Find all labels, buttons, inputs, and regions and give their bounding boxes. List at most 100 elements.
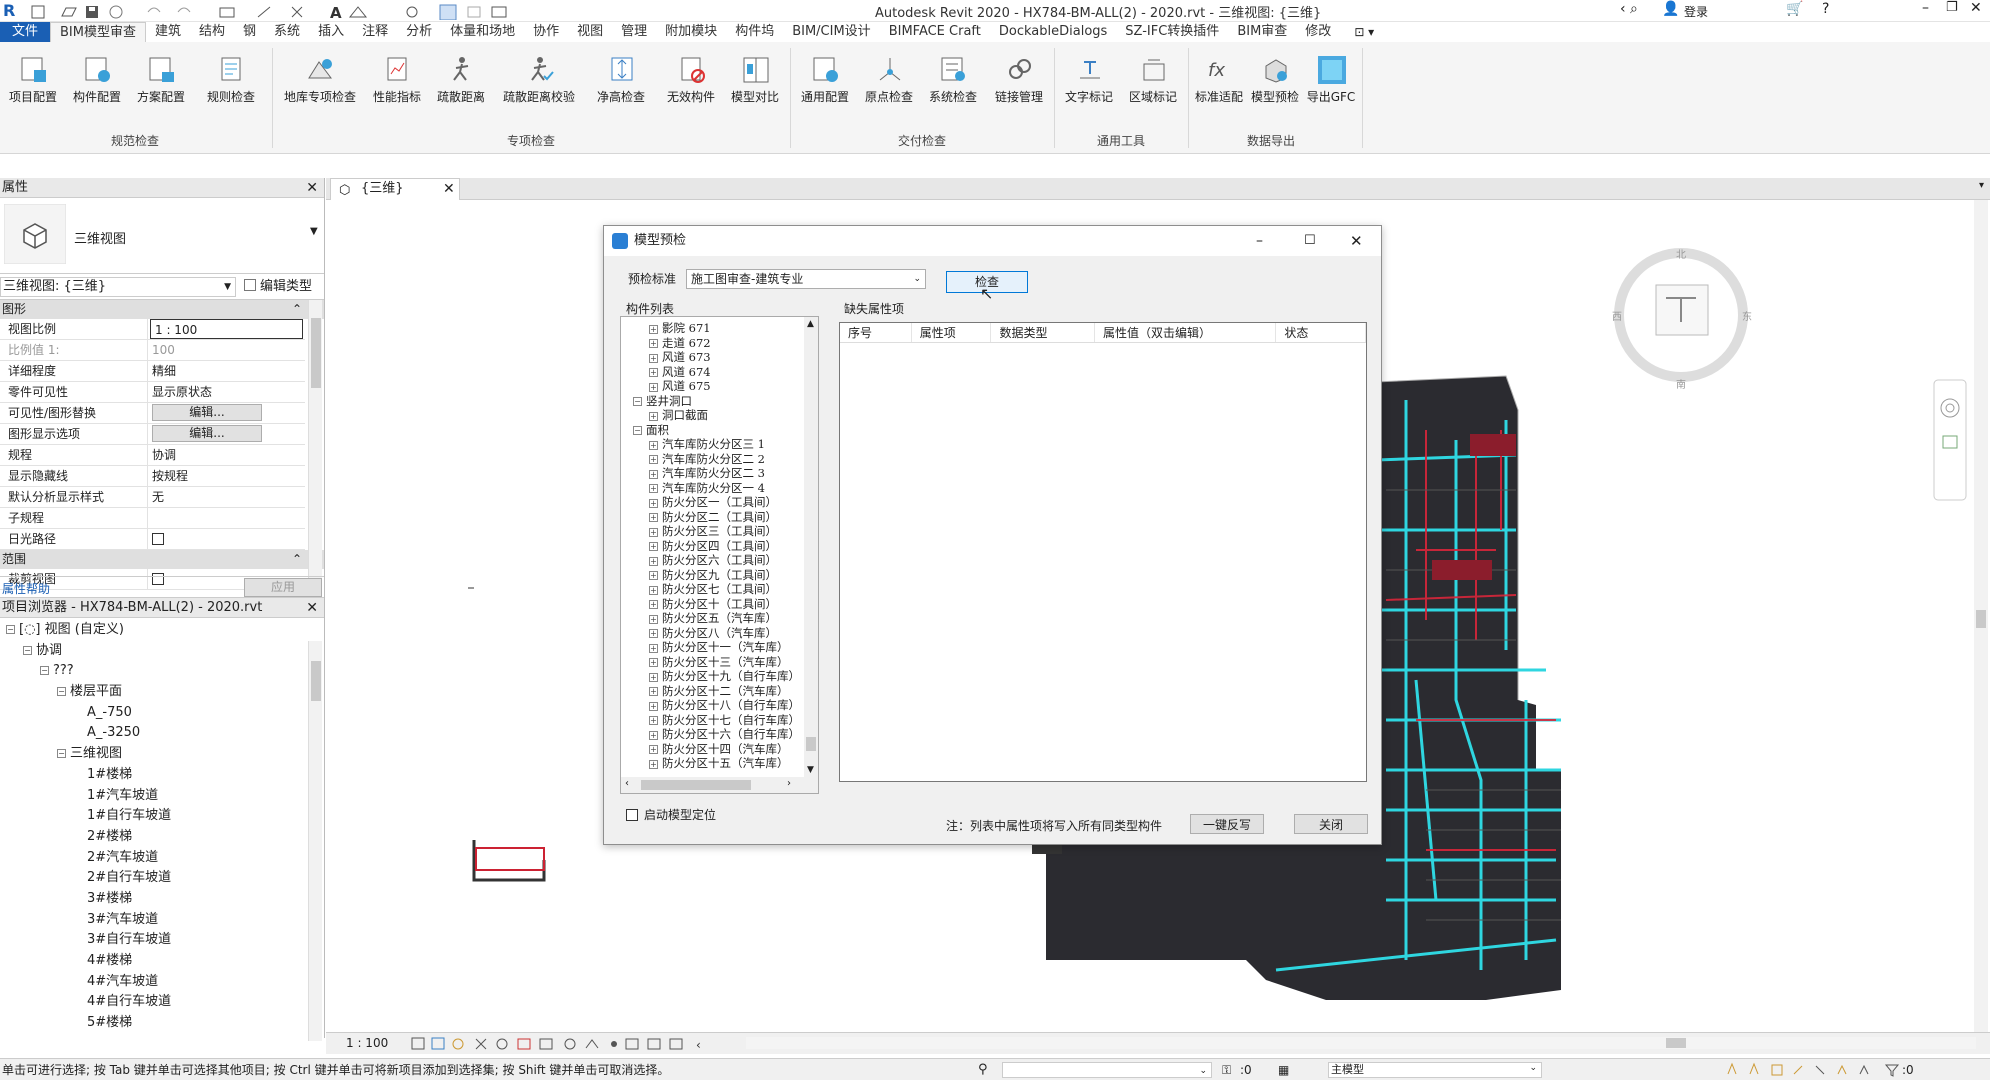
browser-item[interactable]: 4#汽车坡道 [0, 972, 324, 993]
table-header-cell[interactable]: 数据类型 [991, 323, 1096, 342]
general-config-button[interactable]: 通用配置 [792, 54, 858, 114]
browser-item[interactable]: 2#汽车坡道 [0, 848, 324, 869]
browser-item[interactable]: 3#汽车坡道 [0, 910, 324, 931]
tree-node[interactable]: + 汽车库防火分区二 3 [627, 466, 818, 481]
expand-icon[interactable]: + [649, 643, 658, 653]
component-tree[interactable]: + 影院 671 + 走道 672 + 风道 673 + 风道 674 + 风道 675− 竖井洞口… [620, 316, 819, 794]
browser-item[interactable]: 1#汽车坡道 [0, 786, 324, 807]
design-option-select[interactable]: 主模型 ⌄ [1328, 1062, 1542, 1078]
property-value[interactable]: 编辑... [148, 403, 305, 423]
expand-icon[interactable]: + [649, 498, 658, 508]
expand-icon[interactable]: + [649, 687, 658, 696]
tree-node[interactable]: − 面积 [627, 423, 818, 438]
browser-item[interactable]: − 楼层平面 [0, 682, 324, 703]
expand-icon[interactable]: + [649, 324, 658, 334]
tab-3d-view[interactable]: ⬡ {三维} ✕ [330, 178, 460, 200]
tab-6[interactable]: 插入 [309, 22, 353, 42]
tree-node[interactable]: + 防火分区九（工具间） [627, 568, 818, 583]
tree-node[interactable]: + 防火分区十二（汽车库） [627, 684, 818, 699]
browser-item[interactable]: 4#自行车坡道 [0, 992, 324, 1013]
login-link[interactable]: 登录 [1684, 3, 1708, 20]
browser-item[interactable]: 4#楼梯 [0, 951, 324, 972]
tab-15[interactable]: BIM/CIM设计 [783, 22, 879, 42]
expand-icon[interactable]: + [649, 513, 658, 522]
view-control-icons[interactable]: ‹ [410, 1036, 740, 1052]
tab-4[interactable]: 钢 [234, 22, 265, 42]
tree-node[interactable]: + 防火分区五（汽车库） [627, 611, 818, 626]
property-value[interactable]: 1 : 100 [150, 319, 303, 339]
tree-node[interactable]: + 风道 675 [627, 379, 818, 394]
tree-node[interactable]: + 防火分区二（工具间） [627, 510, 818, 525]
clearance-check-button[interactable]: 净高检查 [588, 54, 654, 114]
view-scale[interactable]: 1 : 100 [346, 1036, 388, 1050]
expand-icon[interactable]: + [649, 759, 658, 769]
edit-button[interactable]: 编辑... [152, 425, 262, 442]
expand-icon[interactable]: + [649, 542, 658, 551]
area-tag-button[interactable]: 区域标记 [1120, 54, 1186, 114]
browser-item[interactable]: A_-750 [0, 703, 324, 724]
maximize-button[interactable]: ☐ [1304, 226, 1316, 256]
quick-access-toolbar[interactable]: A [30, 4, 530, 20]
tab-19[interactable]: BIM审查 [1228, 22, 1296, 42]
invalid-component-button[interactable]: 无效构件 [658, 54, 724, 114]
performance-index-button[interactable]: 性能指标 [364, 54, 430, 114]
evac-distance-verify-button[interactable]: 疏散距离校验 [496, 54, 582, 114]
link-manage-button[interactable]: 链接管理 [986, 54, 1052, 114]
minimize-button[interactable]: – [1922, 0, 1929, 16]
tree-node[interactable]: + 风道 674 [627, 365, 818, 380]
browser-item[interactable]: 3#自行车坡道 [0, 930, 324, 951]
expand-icon[interactable]: + [649, 339, 658, 348]
tab-5[interactable]: 系统 [265, 22, 309, 42]
apply-button[interactable]: 应用 [244, 578, 322, 597]
chevron-down-icon[interactable]: ▼ [310, 226, 318, 237]
expand-icon[interactable]: + [649, 745, 658, 754]
expand-icon[interactable]: + [649, 600, 658, 609]
tree-node[interactable]: + 防火分区六（工具间） [627, 553, 818, 568]
expand-icon[interactable]: + [649, 701, 658, 711]
expand-icon[interactable]: − [57, 749, 66, 759]
close-dialog-button[interactable]: ✕ [1350, 226, 1363, 256]
expand-icon[interactable]: + [649, 658, 658, 667]
type-selector[interactable]: 三维视图 ▼ [0, 198, 324, 274]
tree-node[interactable]: + 防火分区八（汽车库） [627, 626, 818, 641]
expand-icon[interactable]: + [649, 672, 658, 682]
tab-17[interactable]: DockableDialogs [990, 22, 1116, 42]
tree-node[interactable]: + 防火分区十五（汽车库） [627, 756, 818, 771]
expand-icon[interactable]: + [649, 571, 658, 580]
tree-node[interactable]: + 防火分区三（工具间） [627, 524, 818, 539]
close-icon[interactable]: ✕ [306, 178, 318, 198]
evac-distance-button[interactable]: 疏散距离 [428, 54, 494, 114]
expand-icon[interactable]: − [40, 666, 49, 676]
tab-12[interactable]: 管理 [612, 22, 656, 42]
minimize-button[interactable]: – [1256, 226, 1263, 256]
section-range[interactable]: 范围 ⌃ [0, 550, 324, 569]
tree-node[interactable]: + 汽车库防火分区二 2 [627, 452, 818, 467]
property-value[interactable] [148, 529, 305, 549]
tab-9[interactable]: 体量和场地 [441, 22, 524, 42]
expand-icon[interactable]: + [649, 382, 658, 392]
component-config-button[interactable]: 构件配置 [64, 54, 130, 114]
tree-node[interactable]: + 汽车库防火分区一 4 [627, 481, 818, 496]
expand-icon[interactable]: + [649, 527, 658, 537]
close-window-button[interactable]: ✕ [1970, 0, 1982, 16]
navigation-bar[interactable] [1933, 379, 1967, 501]
viewport-hscroll[interactable] [746, 1037, 1976, 1049]
expand-icon[interactable]: − [633, 397, 642, 406]
expand-icon[interactable]: − [6, 625, 15, 634]
model-compare-button[interactable]: 模型对比 [722, 54, 788, 114]
expand-icon[interactable]: + [649, 716, 658, 725]
text-tag-button[interactable]: 文字标记 [1056, 54, 1122, 114]
workset-icon[interactable]: ⚲ [978, 1059, 988, 1081]
workset-select[interactable]: ⌄ [1002, 1062, 1212, 1078]
tab-8[interactable]: 分析 [397, 22, 441, 42]
tab-14[interactable]: 构件坞 [726, 22, 783, 42]
browser-item[interactable]: 1#自行车坡道 [0, 806, 324, 827]
tab-menu-icon[interactable]: ▾ [1979, 180, 1984, 191]
system-check-button[interactable]: 系统检查 [920, 54, 986, 114]
expand-icon[interactable]: + [649, 368, 658, 377]
browser-item[interactable]: 2#楼梯 [0, 827, 324, 848]
writeback-button[interactable]: 一键反写 [1190, 814, 1264, 834]
browser-item[interactable]: − 三维视图 [0, 744, 324, 765]
cart-icon[interactable]: 🛒 [1786, 1, 1803, 17]
expand-icon[interactable]: + [649, 353, 658, 363]
